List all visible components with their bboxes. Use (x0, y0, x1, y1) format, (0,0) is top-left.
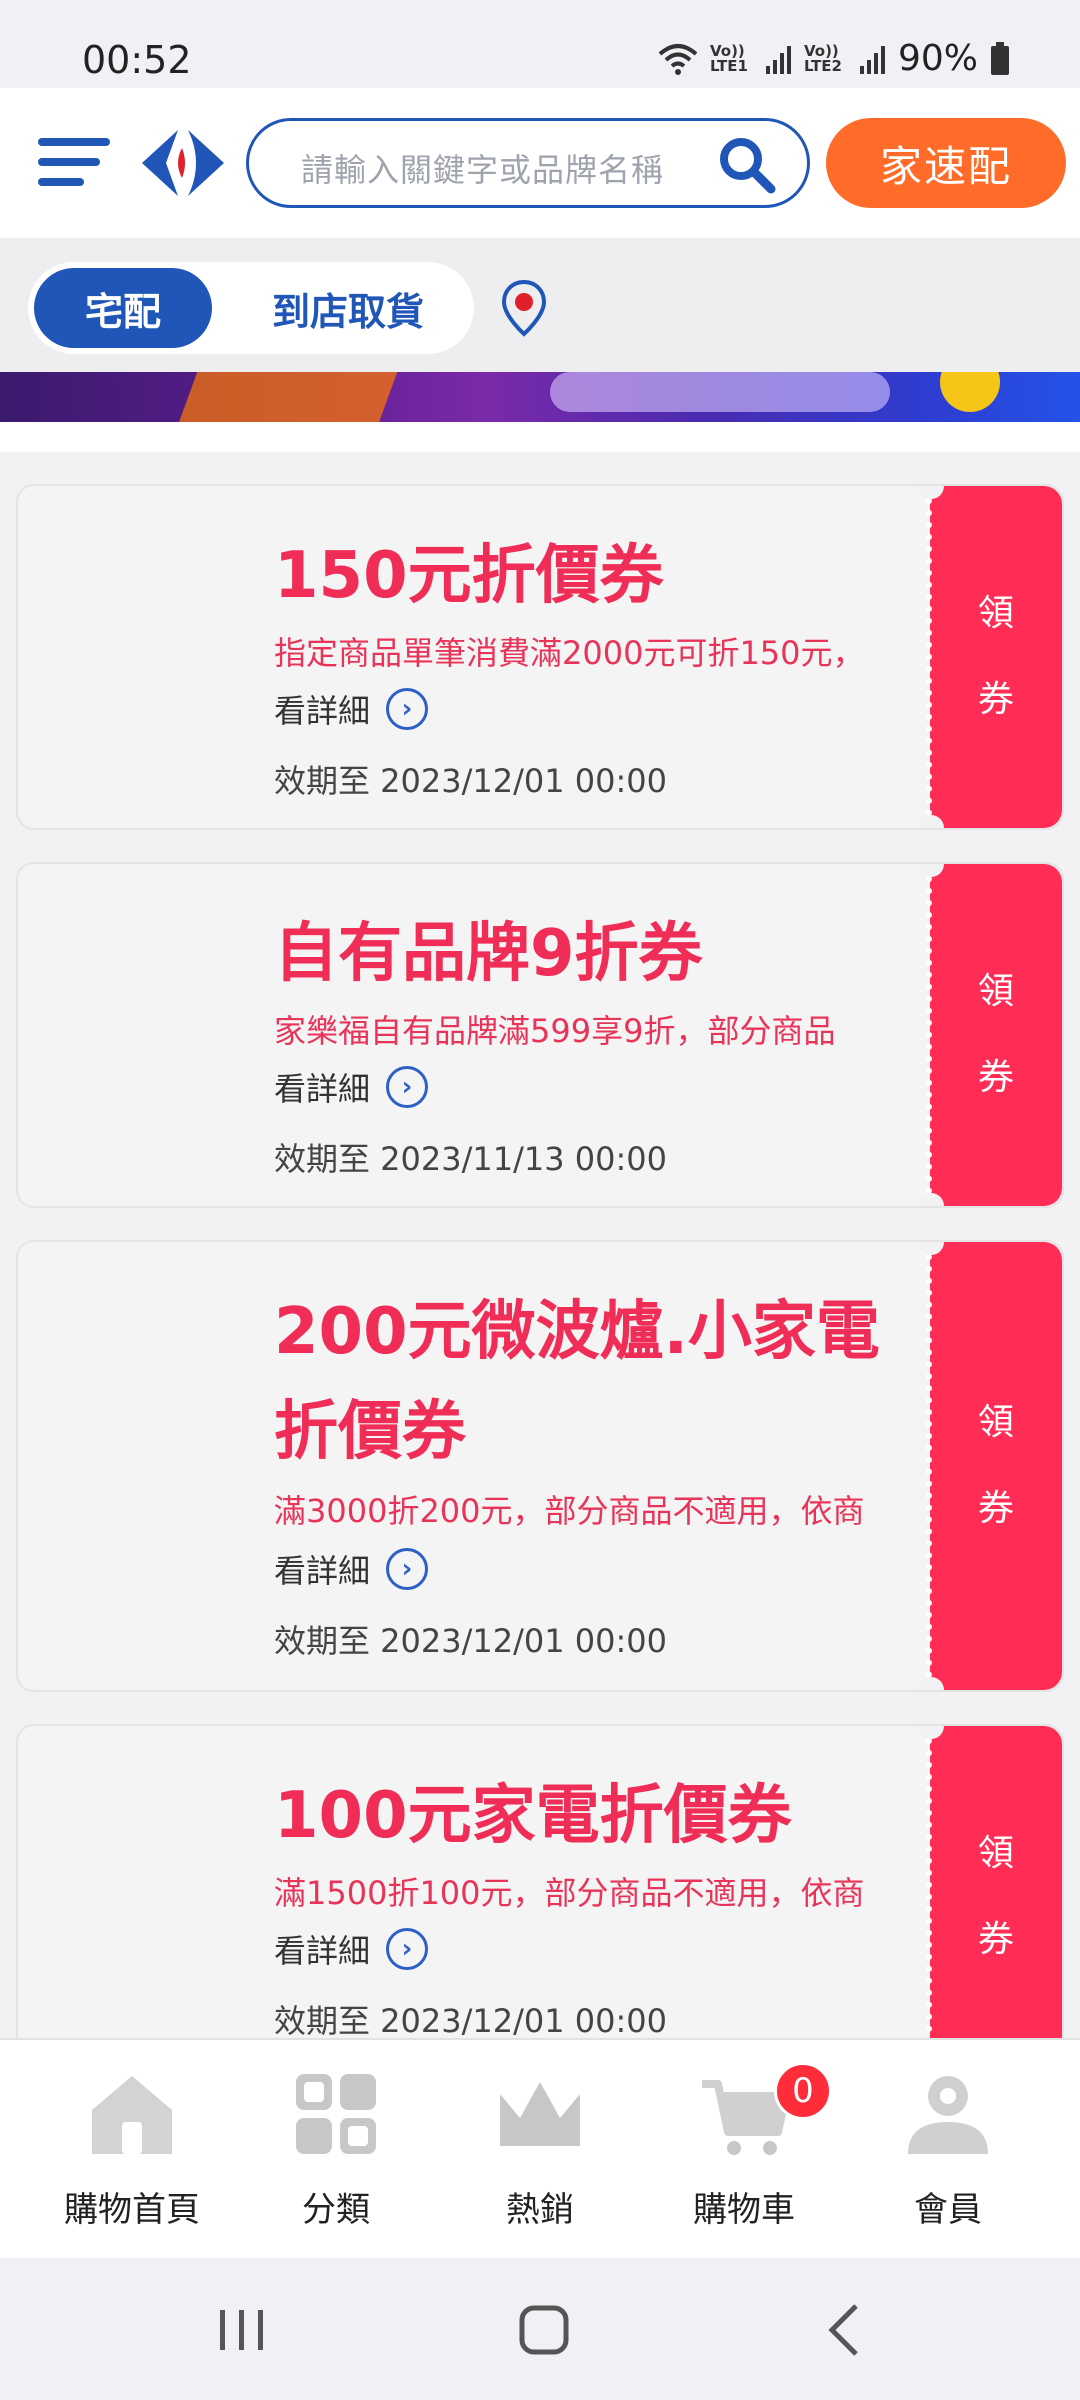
coupon-description: 家樂福自有品牌滿599享9折，部分商品 (274, 1012, 836, 1050)
coupon-expiry: 效期至 2023/12/01 00:00 (274, 1622, 668, 1660)
detail-label: 看詳細 (274, 692, 371, 730)
coupon-expiry: 效期至 2023/12/01 00:00 (274, 762, 668, 800)
sim2-label: Vo)) LTE2 (803, 41, 842, 75)
menu-icon[interactable] (38, 132, 110, 192)
coupon-detail-link[interactable]: 看詳細 › (274, 686, 429, 732)
sim1-label: Vo)) LTE1 (709, 41, 748, 75)
carrefour-logo[interactable] (138, 126, 228, 200)
coupon-title: 折價券 (274, 1395, 466, 1469)
coupon-card: 100元家電折價券 滿1500折100元，部分商品不適用，依商 看詳細 › 效期… (16, 1724, 1064, 2070)
battery-icon (991, 41, 1009, 75)
divider (0, 422, 1080, 452)
home-icon (92, 2076, 172, 2154)
cart-count-badge: 0 (774, 2062, 832, 2120)
coupon-card: 200元微波爐.小家電 折價券 滿3000折200元，部分商品不適用，依商 看詳… (16, 1240, 1064, 1692)
nav-item-cart[interactable]: 0 購物車 (636, 2040, 852, 2260)
recent-apps-icon[interactable] (202, 2300, 282, 2360)
claim-coupon-button[interactable]: 領券 (926, 1726, 1062, 2068)
member-icon (908, 2076, 988, 2154)
crown-icon (500, 2082, 580, 2146)
claim-coupon-button[interactable]: 領券 (926, 1242, 1062, 1690)
home-button-icon[interactable] (504, 2300, 584, 2360)
app-header: 請輸入關鍵字或品牌名稱 家速配 (0, 88, 1080, 238)
coupon-card: 自有品牌9折券 家樂福自有品牌滿599享9折，部分商品 看詳細 › 效期至 20… (16, 862, 1064, 1208)
category-icon (296, 2074, 376, 2154)
nav-label: 分類 (302, 2190, 370, 2230)
home-delivery-button[interactable]: 家速配 (826, 118, 1066, 208)
nav-item-member[interactable]: 會員 (840, 2040, 1056, 2260)
coupon-expiry: 效期至 2023/11/13 00:00 (274, 1140, 668, 1178)
tab-store-pickup[interactable]: 到店取貨 (228, 268, 468, 348)
claim-label: 領 (977, 971, 1014, 1012)
chevron-right-icon[interactable]: › (386, 1928, 429, 1970)
claim-label: 券 (977, 1057, 1014, 1098)
battery-percent: 90% (897, 38, 978, 79)
coupon-description: 滿3000折200元，部分商品不適用，依商 (274, 1492, 865, 1530)
claim-label: 券 (977, 1919, 1014, 1960)
claim-label: 券 (977, 679, 1014, 720)
coupon-title: 100元家電折價券 (274, 1779, 792, 1853)
nav-label: 購物首頁 (64, 2190, 200, 2230)
system-nav-bar (0, 2258, 1080, 2400)
signal-icon (765, 45, 791, 74)
claim-label: 券 (977, 1488, 1014, 1529)
coupon-title: 200元微波爐.小家電 (274, 1295, 880, 1369)
claim-coupon-button[interactable]: 領券 (926, 864, 1062, 1206)
back-icon[interactable] (806, 2300, 886, 2360)
nav-label: 購物車 (693, 2190, 795, 2230)
promo-banner[interactable] (0, 372, 1080, 422)
coupon-title: 自有品牌9折券 (274, 917, 703, 991)
delivery-mode-row: 宅配 到店取貨 (0, 238, 1080, 372)
claim-coupon-button[interactable]: 領券 (926, 486, 1062, 828)
bottom-nav: 購物首頁 分類 熱銷 0 購物車 會員 (0, 2038, 1080, 2258)
delivery-mode-toggle: 宅配 到店取貨 (28, 262, 474, 354)
coupon-detail-link[interactable]: 看詳細 › (274, 1546, 429, 1592)
claim-label: 領 (977, 1833, 1014, 1874)
search-input[interactable]: 請輸入關鍵字或品牌名稱 (246, 118, 810, 208)
nav-item-category[interactable]: 分類 (228, 2040, 444, 2260)
coupon-expiry: 效期至 2023/12/01 00:00 (274, 2002, 668, 2040)
tab-home-delivery[interactable]: 宅配 (34, 268, 212, 348)
claim-label: 領 (977, 593, 1014, 634)
wifi-icon (658, 43, 698, 75)
coupon-card: 150元折價券 指定商品單筆消費滿2000元可折150元， 看詳細 › 效期至 … (16, 484, 1064, 830)
status-time: 00:52 (82, 38, 192, 82)
search-icon[interactable] (717, 135, 777, 195)
coupon-detail-link[interactable]: 看詳細 › (274, 1926, 429, 1972)
signal-icon (859, 45, 885, 74)
nav-label: 會員 (914, 2190, 982, 2230)
chevron-right-icon[interactable]: › (386, 688, 429, 730)
coupon-detail-link[interactable]: 看詳細 › (274, 1064, 429, 1110)
location-pin-icon[interactable] (500, 278, 548, 338)
chevron-right-icon[interactable]: › (386, 1548, 429, 1590)
detail-label: 看詳細 (274, 1932, 371, 1970)
coupon-description: 滿1500折100元，部分商品不適用，依商 (274, 1874, 865, 1912)
search-placeholder: 請輸入關鍵字或品牌名稱 (301, 151, 665, 189)
nav-item-hot[interactable]: 熱銷 (432, 2040, 648, 2260)
status-bar: 00:52 Vo)) LTE1 Vo)) LTE2 90% (0, 0, 1080, 88)
coupon-title: 150元折價券 (274, 539, 664, 613)
status-icons: Vo)) LTE1 Vo)) LTE2 90% (658, 38, 1010, 79)
nav-item-home[interactable]: 購物首頁 (24, 2040, 240, 2260)
detail-label: 看詳細 (274, 1070, 371, 1108)
nav-label: 熱銷 (506, 2190, 574, 2230)
claim-label: 領 (977, 1402, 1014, 1443)
detail-label: 看詳細 (274, 1552, 371, 1590)
coupon-description: 指定商品單筆消費滿2000元可折150元， (274, 634, 865, 672)
chevron-right-icon[interactable]: › (386, 1066, 429, 1108)
